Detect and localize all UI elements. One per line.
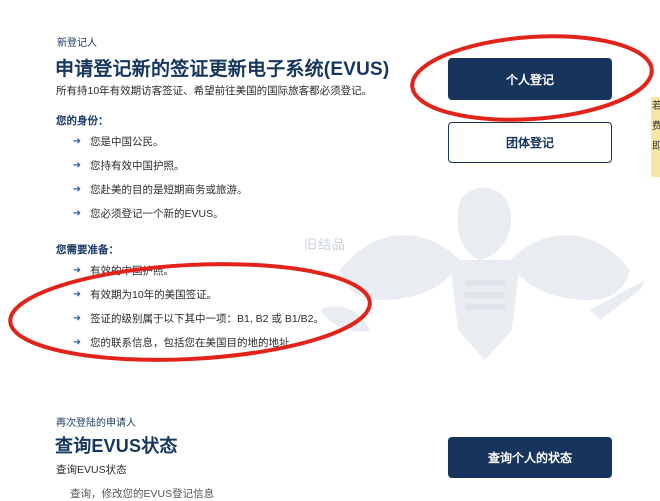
prepare-list: ➜ 有效的中国护照。 ➜ 有效期为10年的美国签证。 ➜ 签证的级别属于以下其中一项：… bbox=[70, 259, 324, 355]
individual-registration-button[interactable]: 个人登记 bbox=[448, 58, 612, 100]
section-eyebrow-new: 新登记人 bbox=[57, 38, 97, 49]
arrow-right-icon: ➜ bbox=[72, 337, 82, 348]
list-item: ➜ 您的联系信息，包括您在美国目的地的地址。 bbox=[70, 331, 324, 355]
page-title: 申请登记新的签证更新电子系统(EVUS) bbox=[55, 59, 390, 80]
arrow-right-icon: ➜ bbox=[72, 160, 82, 171]
section-eyebrow-returning: 再次登陆的申请人 bbox=[56, 418, 136, 429]
list-item: ➜ 有效期为10年的美国签证。 bbox=[70, 283, 324, 307]
edge-note-char: 即 bbox=[652, 141, 660, 152]
edge-note-char: 若 bbox=[652, 101, 660, 112]
list-item: ➜ 有效的中国护照。 bbox=[70, 259, 324, 283]
status-cut-line: 查询，修改您的EVUS登记信息 bbox=[70, 488, 215, 500]
list-item: ➜ 您是中国公民。 bbox=[70, 130, 248, 154]
prepare-label: 您需要准备： bbox=[56, 244, 119, 256]
arrow-right-icon: ➜ bbox=[72, 184, 82, 195]
arrow-right-icon: ➜ bbox=[72, 136, 82, 147]
list-item-text: 您持有效中国护照。 bbox=[90, 160, 185, 172]
identity-label: 您的身份： bbox=[56, 115, 109, 127]
list-item: ➜ 您赴美的目的是短期商务或旅游。 bbox=[70, 178, 248, 202]
list-item: ➜ 签证的级别属于以下其中一项：B1, B2 或 B1/B2。 bbox=[70, 307, 324, 331]
list-item-text: 有效的中国护照。 bbox=[90, 265, 174, 277]
list-item-text: 有效期为10年的美国签证。 bbox=[90, 289, 218, 301]
status-description: 查询EVUS状态 bbox=[56, 464, 127, 476]
watermark-text: 旧结品 bbox=[304, 237, 347, 252]
list-item-text: 您赴美的目的是短期商务或旅游。 bbox=[90, 184, 248, 196]
arrow-right-icon: ➜ bbox=[72, 313, 82, 324]
evus-registration-page: 若 费 即 旧结品 新登记人 申请登记新的签证更新电子系统(EVUS) 所有持1… bbox=[0, 0, 660, 500]
list-item-text: 您的联系信息，包括您在美国目的地的地址。 bbox=[90, 337, 300, 349]
eagle-seal-icon bbox=[320, 187, 645, 360]
arrow-right-icon: ➜ bbox=[72, 208, 82, 219]
list-item-text: 您必须登记一个新的EVUS。 bbox=[90, 208, 224, 220]
list-item-text: 您是中国公民。 bbox=[90, 136, 164, 148]
group-registration-button[interactable]: 团体登记 bbox=[448, 122, 612, 163]
edge-note-char: 费 bbox=[652, 121, 660, 132]
list-item-text: 签证的级别属于以下其中一项：B1, B2 或 B1/B2。 bbox=[90, 313, 324, 325]
arrow-right-icon: ➜ bbox=[72, 265, 82, 276]
status-section-title: 查询EVUS状态 bbox=[55, 436, 178, 456]
list-item: ➜ 您持有效中国护照。 bbox=[70, 154, 248, 178]
intro-text: 所有持10年有效期访客签证、希望前往美国的国际旅客都必须登记。 bbox=[56, 85, 373, 97]
arrow-right-icon: ➜ bbox=[72, 289, 82, 300]
check-status-button[interactable]: 查询个人的状态 bbox=[448, 437, 612, 478]
list-item: ➜ 您必须登记一个新的EVUS。 bbox=[70, 202, 248, 226]
identity-list: ➜ 您是中国公民。 ➜ 您持有效中国护照。 ➜ 您赴美的目的是短期商务或旅游。 ➜ 您必… bbox=[70, 130, 248, 226]
